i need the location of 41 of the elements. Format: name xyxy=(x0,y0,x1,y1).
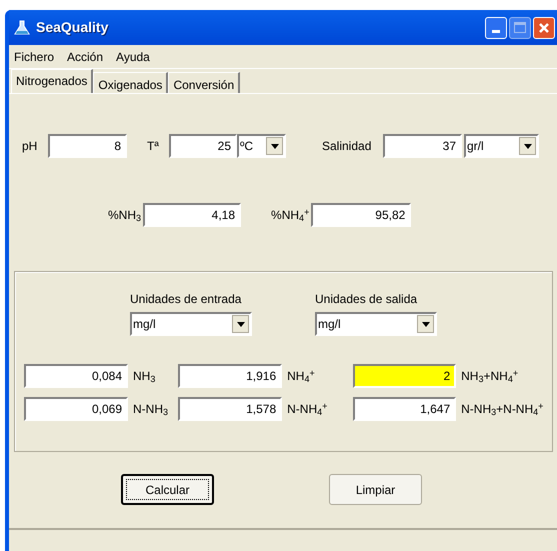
caret-icon xyxy=(232,315,249,333)
field-label: Unidades de entrada xyxy=(130,291,242,308)
unit-label: NH$_{3}$ xyxy=(133,368,156,385)
input-field[interactable]: 0,084 xyxy=(24,364,128,388)
input-field[interactable]: 25 xyxy=(169,134,237,158)
field-label: Unidades de salida xyxy=(315,291,418,308)
input-field[interactable]: 4,18 xyxy=(143,203,242,227)
dropdown[interactable]: gr/l xyxy=(464,134,539,158)
input-field[interactable]: 8 xyxy=(48,134,127,158)
input-field[interactable]: 1,916 xyxy=(178,364,282,388)
close-button[interactable] xyxy=(533,16,555,38)
menu-item[interactable]: Ayuda xyxy=(116,48,150,66)
menu-item[interactable]: Acción xyxy=(67,48,104,66)
field-label: pH xyxy=(22,138,38,155)
action-button[interactable]: Limpiar xyxy=(329,474,422,505)
tab[interactable]: Conversión xyxy=(168,72,240,93)
dropdown[interactable]: mg/l xyxy=(315,312,437,336)
dropdown[interactable]: mg/l xyxy=(130,312,252,336)
maximize-button[interactable] xyxy=(509,16,531,38)
field-label: Tª xyxy=(147,138,160,155)
field-label: %NH$_{3}$ xyxy=(108,207,142,224)
minimize-button[interactable] xyxy=(485,16,507,38)
input-field[interactable]: 0,069 xyxy=(24,397,128,421)
menu-item[interactable]: Fichero xyxy=(14,48,54,66)
input-field[interactable]: 95,82 xyxy=(311,203,412,227)
tab[interactable]: Nitrogenados xyxy=(11,69,94,93)
tab[interactable]: Oxigenados xyxy=(93,72,168,93)
input-field[interactable]: 1,578 xyxy=(178,397,282,421)
input-field[interactable]: 1,647 xyxy=(353,397,456,421)
caret-icon xyxy=(266,137,283,155)
caret-icon xyxy=(417,315,434,333)
input-field[interactable]: 2 xyxy=(353,364,456,388)
close-icon xyxy=(538,22,550,34)
unit-label: N-NH$_{3}$ xyxy=(133,401,168,418)
action-button[interactable]: Calcular xyxy=(121,474,214,505)
input-field[interactable]: 37 xyxy=(383,134,462,158)
flask-icon xyxy=(14,20,30,36)
caret-icon xyxy=(519,137,536,155)
dropdown[interactable]: ºC xyxy=(237,134,286,158)
window-title: SeaQuality xyxy=(36,18,110,37)
field-label: Salinidad xyxy=(322,138,372,155)
